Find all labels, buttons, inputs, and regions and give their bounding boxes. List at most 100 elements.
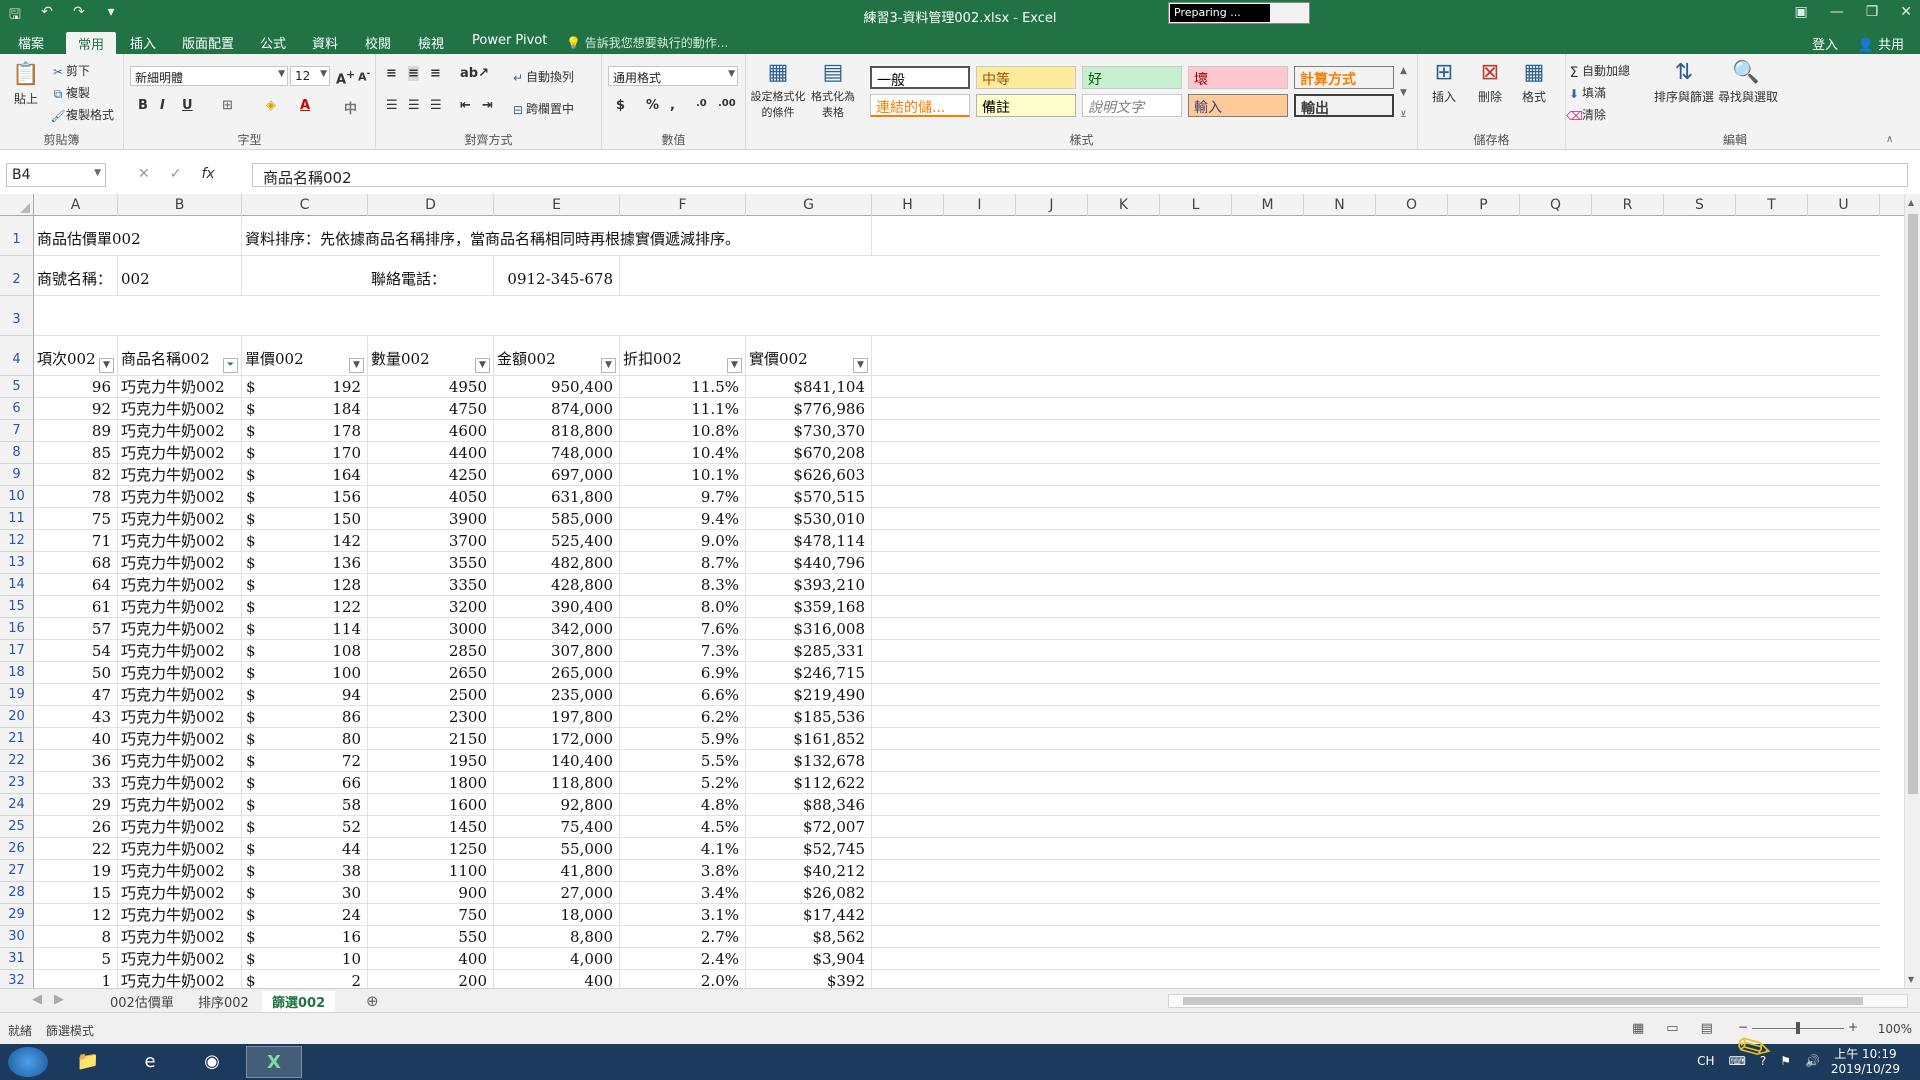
style-good[interactable]: 好: [1082, 66, 1182, 89]
actual-price-cell[interactable]: $478,114: [746, 530, 872, 551]
conditional-format-button[interactable]: ▦ 設定格式化的條件: [750, 60, 806, 120]
filter-dropdown-icon[interactable]: ▼: [349, 358, 364, 373]
quantity-cell[interactable]: 2850: [368, 640, 494, 661]
actual-price-cell[interactable]: $359,168: [746, 596, 872, 617]
product-name-cell[interactable]: 巧克力牛奶002: [118, 376, 242, 397]
row-header[interactable]: 12: [0, 530, 34, 552]
ribbon-display-icon[interactable]: ▣: [1794, 4, 1807, 20]
amount-cell[interactable]: 235,000: [494, 684, 620, 705]
grow-font-icon[interactable]: A+: [336, 68, 355, 87]
row-header[interactable]: 23: [0, 772, 34, 794]
discount-cell[interactable]: 5.2%: [620, 772, 746, 793]
unit-price-cell[interactable]: $80: [242, 728, 368, 749]
row-header[interactable]: 22: [0, 750, 34, 772]
find-select-button[interactable]: 🔍 尋找與選取: [1718, 60, 1778, 105]
discount-cell[interactable]: 7.3%: [620, 640, 746, 661]
scroll-down-icon[interactable]: ▼: [1908, 975, 1914, 984]
item-number-cell[interactable]: 96: [34, 376, 118, 397]
discount-cell[interactable]: 2.4%: [620, 948, 746, 969]
amount-cell[interactable]: 307,800: [494, 640, 620, 661]
row-header[interactable]: 29: [0, 904, 34, 926]
product-name-cell[interactable]: 巧克力牛奶002: [118, 574, 242, 595]
discount-cell[interactable]: 8.0%: [620, 596, 746, 617]
increase-decimal-icon[interactable]: .0: [696, 98, 707, 109]
style-input[interactable]: 輸入: [1188, 94, 1288, 117]
format-as-table-button[interactable]: ▤ 格式化為表格: [808, 60, 858, 120]
row-header[interactable]: 30: [0, 926, 34, 948]
tab-file[interactable]: 檔案: [18, 33, 44, 52]
discount-cell[interactable]: 2.7%: [620, 926, 746, 947]
amount-cell[interactable]: 525,400: [494, 530, 620, 551]
product-name-cell[interactable]: 巧克力牛奶002: [118, 662, 242, 683]
font-name-select[interactable]: 新細明體 ▼: [130, 66, 288, 86]
column-header-k[interactable]: K: [1088, 194, 1160, 216]
decrease-decimal-icon[interactable]: .00: [718, 98, 736, 109]
percent-icon[interactable]: %: [646, 98, 659, 113]
name-box[interactable]: B4 ▼: [6, 163, 106, 187]
product-name-cell[interactable]: 巧克力牛奶002: [118, 750, 242, 771]
table-header-cell[interactable]: 折扣002 ▼: [620, 336, 746, 375]
share-button[interactable]: 👤 共用: [1858, 34, 1904, 53]
excel-icon[interactable]: X: [246, 1046, 302, 1078]
item-number-cell[interactable]: 89: [34, 420, 118, 441]
row-header[interactable]: 8: [0, 442, 34, 464]
fill-button[interactable]: ⬇ 填滿: [1566, 84, 1606, 101]
sheet-tab-estimate[interactable]: 002估價單: [100, 991, 184, 1012]
unit-price-cell[interactable]: $192: [242, 376, 368, 397]
item-number-cell[interactable]: 15: [34, 882, 118, 903]
product-name-cell[interactable]: 巧克力牛奶002: [118, 728, 242, 749]
style-normal[interactable]: 一般: [870, 66, 970, 89]
discount-cell[interactable]: 10.1%: [620, 464, 746, 485]
estimate-title-cell[interactable]: 商品估價單002: [34, 216, 242, 255]
unit-price-cell[interactable]: $100: [242, 662, 368, 683]
restore-icon[interactable]: ❐: [1866, 4, 1879, 20]
product-name-cell[interactable]: 巧克力牛奶002: [118, 794, 242, 815]
enter-icon[interactable]: ✓: [170, 166, 182, 182]
row-header[interactable]: 19: [0, 684, 34, 706]
unit-price-cell[interactable]: $108: [242, 640, 368, 661]
align-top-icon[interactable]: ≡: [386, 66, 397, 81]
align-middle-icon[interactable]: ≡: [408, 66, 419, 81]
shop-label-cell[interactable]: 商號名稱：: [34, 256, 118, 295]
unit-price-cell[interactable]: $128: [242, 574, 368, 595]
column-header-i[interactable]: I: [944, 194, 1016, 216]
product-name-cell[interactable]: 巧克力牛奶002: [118, 420, 242, 441]
discount-cell[interactable]: 9.7%: [620, 486, 746, 507]
unit-price-cell[interactable]: $24: [242, 904, 368, 925]
amount-cell[interactable]: 631,800: [494, 486, 620, 507]
tab-view[interactable]: 檢視: [418, 33, 444, 52]
unit-price-cell[interactable]: $156: [242, 486, 368, 507]
amount-cell[interactable]: 585,000: [494, 508, 620, 529]
actual-price-cell[interactable]: $776,986: [746, 398, 872, 419]
product-name-cell[interactable]: 巧克力牛奶002: [118, 442, 242, 463]
row-header[interactable]: 26: [0, 838, 34, 860]
actual-price-cell[interactable]: $626,603: [746, 464, 872, 485]
product-name-cell[interactable]: 巧克力牛奶002: [118, 464, 242, 485]
amount-cell[interactable]: 140,400: [494, 750, 620, 771]
quantity-cell[interactable]: 3900: [368, 508, 494, 529]
column-header-g[interactable]: G: [746, 194, 872, 216]
actual-price-cell[interactable]: $185,536: [746, 706, 872, 727]
fill-color-icon[interactable]: ◈: [266, 98, 276, 113]
tab-power-pivot[interactable]: Power Pivot: [472, 33, 547, 48]
collapse-ribbon-icon[interactable]: ∧: [1886, 134, 1893, 145]
row-header[interactable]: 31: [0, 948, 34, 970]
copy-button[interactable]: ⧉ 複製: [50, 84, 90, 101]
discount-cell[interactable]: 5.9%: [620, 728, 746, 749]
vertical-scrollbar[interactable]: ▲ ▼: [1904, 194, 1920, 988]
zoom-in-icon[interactable]: +: [1848, 1020, 1858, 1034]
actual-price-cell[interactable]: $161,852: [746, 728, 872, 749]
actual-price-cell[interactable]: $52,745: [746, 838, 872, 859]
chrome-icon[interactable]: ◉: [184, 1046, 240, 1078]
tab-insert[interactable]: 插入: [130, 33, 156, 52]
actual-price-cell[interactable]: $17,442: [746, 904, 872, 925]
style-calculation[interactable]: 計算方式: [1294, 66, 1394, 89]
amount-cell[interactable]: 55,000: [494, 838, 620, 859]
item-number-cell[interactable]: 82: [34, 464, 118, 485]
product-name-cell[interactable]: 巧克力牛奶002: [118, 816, 242, 837]
volume-icon[interactable]: 🔊: [1805, 1054, 1820, 1068]
item-number-cell[interactable]: 22: [34, 838, 118, 859]
actual-price-cell[interactable]: $246,715: [746, 662, 872, 683]
insert-cells-button[interactable]: ⊞ 插入: [1424, 60, 1464, 105]
sort-note-cell[interactable]: 資料排序：先依據商品名稱排序，當商品名稱相同時再根據實價遞減排序。: [242, 216, 872, 255]
